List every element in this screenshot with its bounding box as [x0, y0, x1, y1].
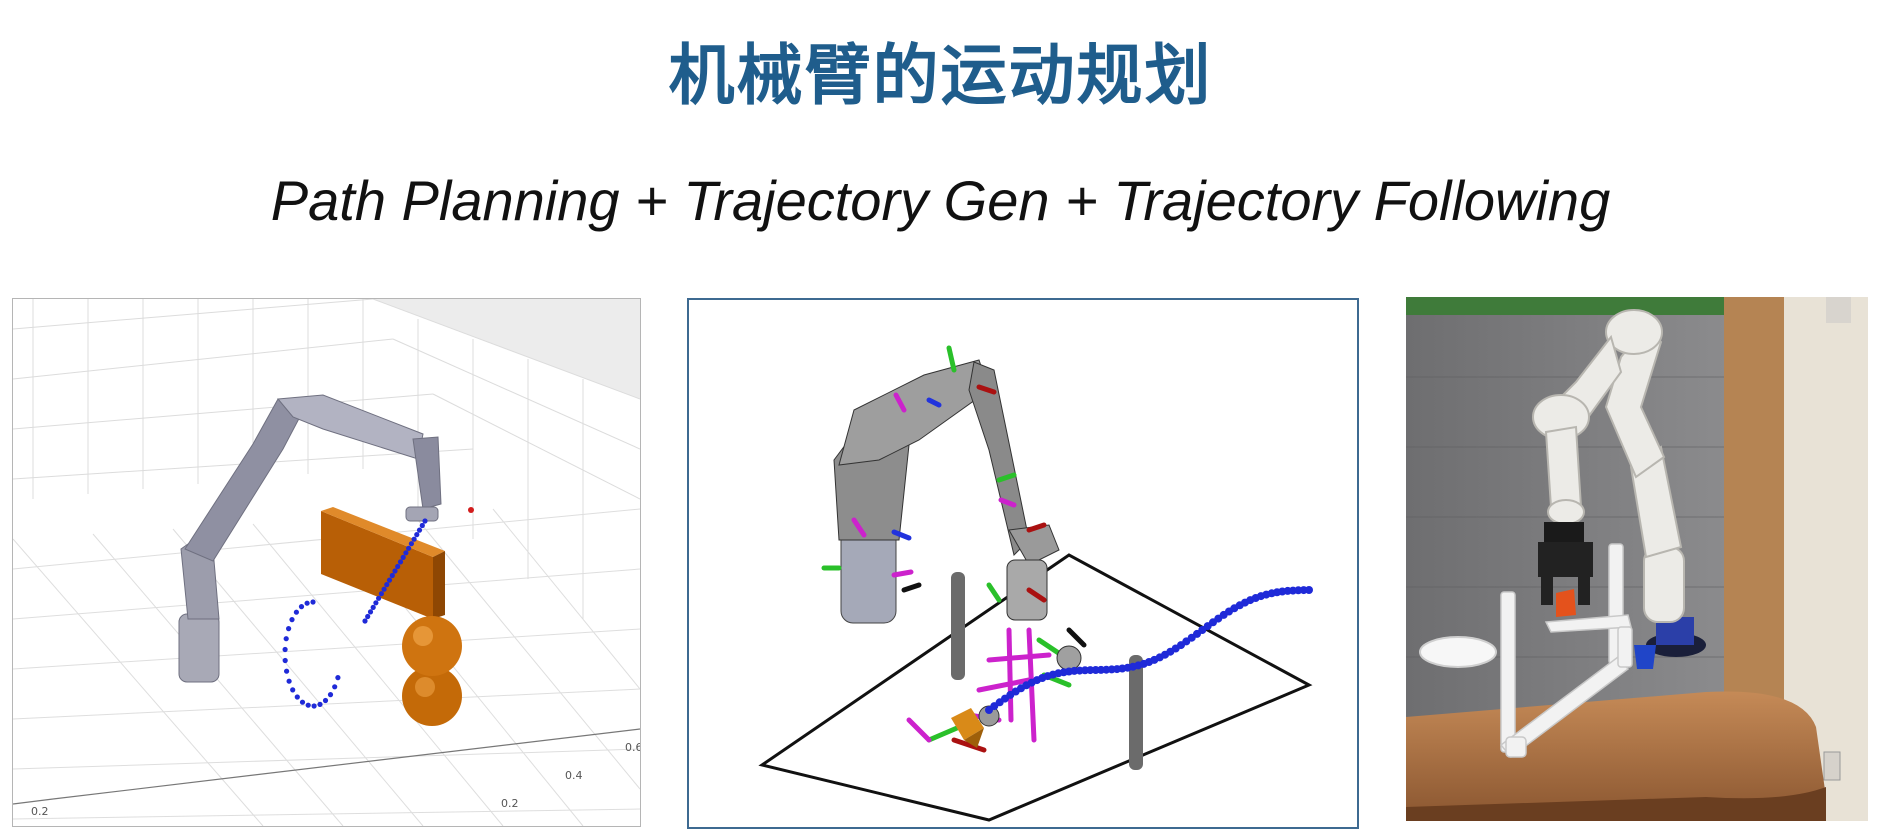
trajectory-point — [286, 626, 292, 632]
trajectory-point — [414, 532, 420, 538]
slide-title: 机械臂的运动规划 — [668, 37, 1213, 114]
trajectory-point — [386, 577, 393, 583]
plate — [1419, 636, 1497, 668]
trajectory-point — [286, 678, 292, 684]
trajectory-point — [1305, 586, 1313, 594]
trajectory-point — [289, 617, 295, 623]
trajectory-point — [322, 697, 329, 704]
trajectory-point — [282, 646, 288, 653]
trajectory-point — [397, 559, 404, 565]
trajectory-point — [411, 536, 417, 542]
trajectory-point — [310, 599, 316, 605]
trajectory-point — [283, 636, 289, 642]
goal-point — [468, 507, 474, 513]
trajectory-point — [389, 572, 395, 579]
tick-label: 0.2 — [31, 805, 49, 818]
trajectory-point — [378, 591, 384, 597]
trajectory-point — [395, 563, 401, 570]
trajectory-point — [335, 675, 341, 681]
box-obstacle — [321, 507, 445, 619]
gripper — [1056, 645, 1082, 671]
real-robot-photo — [1406, 297, 1868, 821]
path-planning-plot: 0.2 0.2 0.4 0.6 — [12, 298, 641, 827]
trajectory-point — [284, 668, 290, 674]
slide-subtitle: Path Planning + Trajectory Gen + Traject… — [270, 169, 1611, 232]
robot-arm-model — [833, 359, 1060, 624]
trajectory-point — [294, 694, 300, 700]
trajectory-point — [376, 595, 382, 601]
trajectory-point — [290, 687, 296, 693]
trajectory-point — [384, 582, 390, 588]
trajectory-point — [367, 609, 374, 615]
trajectory-generation-plot — [687, 298, 1359, 829]
sphere-obstacles — [402, 616, 462, 726]
trajectory-point — [362, 618, 368, 624]
trajectory-point — [416, 527, 423, 533]
trajectory-point — [305, 702, 311, 708]
trajectory-point — [299, 699, 306, 705]
trajectory-point — [327, 692, 334, 698]
trajectory-point — [332, 684, 338, 690]
tick-label: 0.6 — [625, 741, 640, 754]
trajectory-point — [282, 657, 288, 664]
trajectory-point — [400, 554, 406, 560]
trajectory-point — [381, 586, 387, 592]
trajectory-point — [317, 701, 323, 707]
trajectory-point — [419, 522, 425, 529]
trajectory-point — [373, 600, 379, 606]
trajectory-point — [293, 609, 299, 615]
trajectory-point — [422, 518, 428, 524]
trajectory-point — [311, 703, 317, 709]
trajectory-point — [365, 613, 371, 620]
trajectory-point — [304, 600, 310, 606]
trajectory-point — [403, 550, 409, 556]
trajectory-point — [392, 568, 398, 574]
trajectory-point — [298, 604, 305, 610]
tick-label: 0.2 — [501, 797, 519, 810]
blue-cup — [1634, 645, 1656, 669]
tick-label: 0.4 — [565, 769, 583, 782]
trajectory-point — [370, 604, 376, 610]
trajectory-point — [408, 541, 414, 547]
trajectory-point — [406, 545, 412, 551]
